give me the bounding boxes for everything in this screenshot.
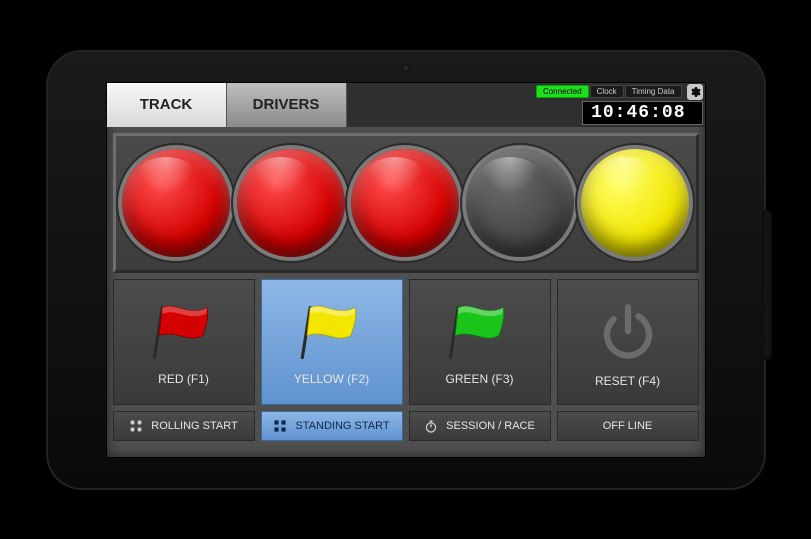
bottom-row: ROLLING START STANDING START SESSION / R…: [107, 405, 705, 447]
reset-label: RESET (F4): [595, 374, 660, 388]
reset-button[interactable]: RESET (F4): [557, 279, 699, 405]
status-clock-label: Clock: [590, 85, 624, 98]
rolling-start-button[interactable]: ROLLING START: [113, 411, 255, 441]
tab-drivers[interactable]: DRIVERS: [227, 83, 347, 127]
screen: TRACK DRIVERS Connected Clock Timing Dat…: [106, 82, 706, 458]
flag-red-label: RED (F1): [158, 372, 209, 386]
status-area: Connected Clock Timing Data 10:46:08: [491, 83, 705, 127]
green-flag-icon: [441, 298, 519, 364]
hardware-side-buttons: [762, 210, 772, 360]
top-bar: TRACK DRIVERS Connected Clock Timing Dat…: [107, 83, 705, 127]
standing-start-label: STANDING START: [295, 420, 389, 432]
flag-red-button[interactable]: RED (F1): [113, 279, 255, 405]
flag-yellow-label: YELLOW (F2): [294, 372, 369, 386]
clock-display: 10:46:08: [582, 101, 702, 125]
flag-green-label: GREEN (F3): [445, 372, 513, 386]
flag-yellow-button[interactable]: YELLOW (F2): [261, 279, 403, 405]
session-race-button[interactable]: SESSION / RACE: [409, 411, 551, 441]
stopwatch-icon: [424, 419, 438, 433]
flag-buttons-row: RED (F1) YELLOW (F2) GREEN (F3): [107, 279, 705, 405]
front-camera: [402, 64, 410, 72]
offline-label: OFF LINE: [603, 420, 653, 432]
gear-icon[interactable]: [687, 84, 703, 100]
start-light-2[interactable]: [237, 149, 345, 257]
offline-button[interactable]: OFF LINE: [557, 411, 699, 441]
flag-green-button[interactable]: GREEN (F3): [409, 279, 551, 405]
tablet-frame: TRACK DRIVERS Connected Clock Timing Dat…: [46, 50, 766, 490]
start-light-3[interactable]: [351, 149, 459, 257]
standing-start-button[interactable]: STANDING START: [261, 411, 403, 441]
start-light-1[interactable]: [122, 149, 230, 257]
tab-track[interactable]: TRACK: [107, 83, 227, 127]
rolling-start-icon: [129, 419, 143, 433]
session-race-label: SESSION / RACE: [446, 420, 535, 432]
start-light-5[interactable]: [581, 149, 689, 257]
status-timing-label: Timing Data: [625, 85, 682, 98]
start-lights-panel: [113, 133, 699, 273]
red-flag-icon: [145, 298, 223, 364]
rolling-start-label: ROLLING START: [151, 420, 237, 432]
standing-start-icon: [273, 419, 287, 433]
start-light-4[interactable]: [466, 149, 574, 257]
status-connected: Connected: [536, 85, 589, 98]
power-icon: [593, 296, 663, 366]
yellow-flag-icon: [293, 298, 371, 364]
